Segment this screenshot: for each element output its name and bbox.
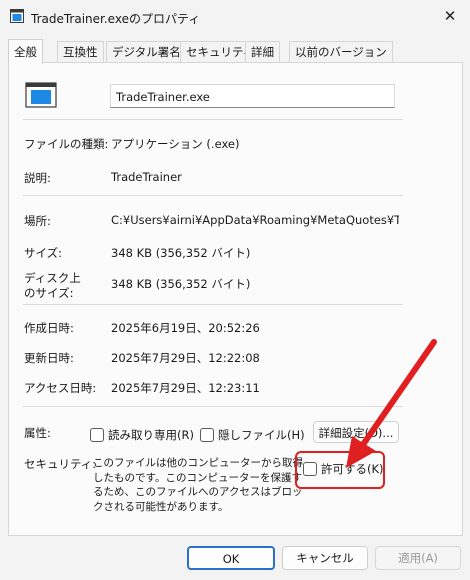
cancel-button[interactable]: キャンセル <box>282 546 368 570</box>
apply-button[interactable]: 適用(A) <box>375 546 461 570</box>
red-arrow-icon <box>346 339 437 468</box>
tab-general[interactable]: 全般 <box>8 39 43 64</box>
ok-button[interactable]: OK <box>187 546 275 570</box>
